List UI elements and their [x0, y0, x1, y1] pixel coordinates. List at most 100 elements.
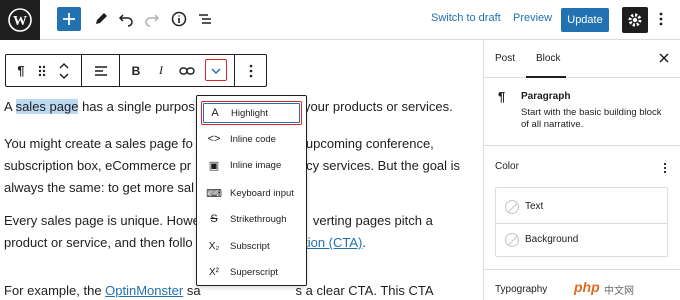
link-icon: [179, 66, 195, 75]
menu-item-label: Strikethrough: [230, 214, 287, 225]
text: product or service, and then follo: [4, 235, 193, 250]
more-formats-menu: A Highlight <> Inline code ▣ Inline imag…: [196, 95, 307, 286]
color-background-item[interactable]: Background: [496, 224, 667, 257]
tab-post[interactable]: Post: [495, 53, 515, 64]
keyboard-icon: ⌨: [206, 187, 222, 200]
text: s a clear CTA. This CTA: [295, 283, 434, 298]
align-left-icon: [95, 65, 107, 76]
tab-block[interactable]: Block: [536, 53, 560, 64]
typography-section-title[interactable]: Typography: [495, 284, 547, 295]
add-block-button[interactable]: [57, 7, 81, 31]
info-icon: [171, 11, 187, 27]
highlight-icon: A: [211, 107, 219, 119]
text: has a single purpos: [78, 99, 195, 114]
menu-item-strikethrough[interactable]: S Strikethrough: [201, 208, 302, 232]
more-formats-button[interactable]: [206, 55, 226, 86]
wordpress-icon: W: [8, 8, 32, 32]
paragraph-icon: ¶: [498, 89, 506, 104]
code-icon: <>: [207, 133, 221, 145]
text: upcoming conference,: [305, 136, 434, 151]
chevron-up-down-icon: [59, 62, 69, 79]
menu-item-label: Inline code: [230, 134, 276, 145]
details-button[interactable]: [168, 8, 190, 30]
no-color-icon: [505, 233, 519, 247]
color-settings-panel: Text Background: [495, 187, 668, 257]
text: A: [4, 99, 16, 114]
toolbar-divider: [81, 55, 82, 86]
selected-text: sales page: [15, 99, 79, 114]
menu-item-label: Subscript: [230, 241, 270, 252]
menu-item-keyboard-input[interactable]: ⌨ Keyboard input: [201, 182, 302, 206]
bold-button[interactable]: B: [126, 55, 146, 86]
toolbar-divider: [119, 55, 120, 86]
superscript-icon: X²: [209, 266, 219, 278]
move-up-down-button[interactable]: [54, 55, 74, 86]
toolbar-divider: [234, 55, 235, 86]
color-text-item[interactable]: Text: [496, 191, 667, 224]
text: Every sales page is unique. Howe: [4, 213, 200, 228]
settings-button[interactable]: [622, 7, 648, 33]
text: You might create a sales page fo: [4, 136, 193, 151]
menu-item-inline-image[interactable]: ▣ Inline image: [201, 154, 302, 178]
settings-sidebar: Post Block ¶ Paragraph Start with the ba…: [483, 40, 680, 300]
plus-icon: [63, 13, 75, 25]
list-view-button[interactable]: [194, 8, 216, 30]
edit-tools-button[interactable]: [90, 8, 112, 30]
editor-top-bar: W Switch to draft Preview Update: [0, 0, 680, 40]
strikethrough-icon: S: [210, 213, 218, 225]
undo-icon: [118, 14, 133, 27]
menu-item-inline-code[interactable]: <> Inline code: [201, 128, 302, 152]
update-button[interactable]: Update: [561, 8, 609, 32]
bold-icon: B: [131, 63, 141, 78]
menu-item-label: Keyboard input: [230, 188, 294, 199]
switch-to-draft-button[interactable]: Switch to draft: [431, 12, 501, 24]
sidebar-tabs: Post Block: [484, 40, 680, 78]
pencil-icon: [96, 13, 107, 24]
optinmonster-link[interactable]: OptinMonster: [105, 283, 183, 298]
more-vertical-icon: [663, 162, 667, 174]
color-options-button[interactable]: [662, 162, 668, 175]
text: cy services. But the goal is: [306, 158, 461, 173]
text: For example, the: [4, 283, 106, 298]
menu-item-label: Superscript: [230, 267, 279, 278]
preview-button[interactable]: Preview: [513, 12, 552, 24]
list-view-icon: [199, 14, 211, 24]
paragraph-icon: ¶: [17, 63, 25, 78]
wordpress-logo-button[interactable]: W: [0, 0, 40, 40]
text: y your products or services.: [293, 99, 453, 114]
block-type-button[interactable]: ¶: [10, 55, 32, 86]
no-color-icon: [505, 200, 519, 214]
image-icon: ▣: [208, 159, 220, 172]
subscript-icon: X₂: [208, 240, 220, 252]
italic-button[interactable]: I: [151, 55, 171, 86]
active-tab-indicator: [526, 76, 566, 78]
cta-link[interactable]: ction (CTA): [298, 235, 363, 250]
drag-icon: [38, 65, 46, 76]
menu-item-label: Inline image: [230, 160, 282, 171]
close-sidebar-button[interactable]: [659, 52, 669, 66]
redo-button[interactable]: [141, 8, 163, 30]
drag-handle[interactable]: [34, 55, 50, 86]
watermark-logo: php: [574, 279, 600, 295]
divider: [484, 145, 680, 146]
more-vertical-icon: [659, 12, 663, 26]
options-button[interactable]: [650, 8, 672, 30]
block-options-button[interactable]: [240, 55, 262, 86]
svg-text:W: W: [13, 14, 27, 29]
watermark-text: 中文网: [604, 286, 634, 297]
menu-item-label: Highlight: [231, 108, 268, 119]
menu-item-subscript[interactable]: X₂ Subscript: [201, 235, 302, 259]
redo-icon: [145, 14, 160, 27]
color-item-label: Background: [525, 234, 579, 245]
align-button[interactable]: [90, 55, 112, 86]
close-icon: [659, 53, 669, 63]
undo-button[interactable]: [115, 8, 137, 30]
link-button[interactable]: [176, 55, 198, 86]
text: .: [362, 235, 366, 250]
block-title: Paragraph: [521, 91, 571, 102]
color-item-label: Text: [525, 201, 544, 212]
menu-item-highlight[interactable]: A Highlight: [201, 101, 302, 125]
more-vertical-icon: [249, 64, 253, 77]
menu-item-superscript[interactable]: X² Superscript: [201, 261, 302, 285]
chevron-down-icon: [211, 67, 221, 74]
